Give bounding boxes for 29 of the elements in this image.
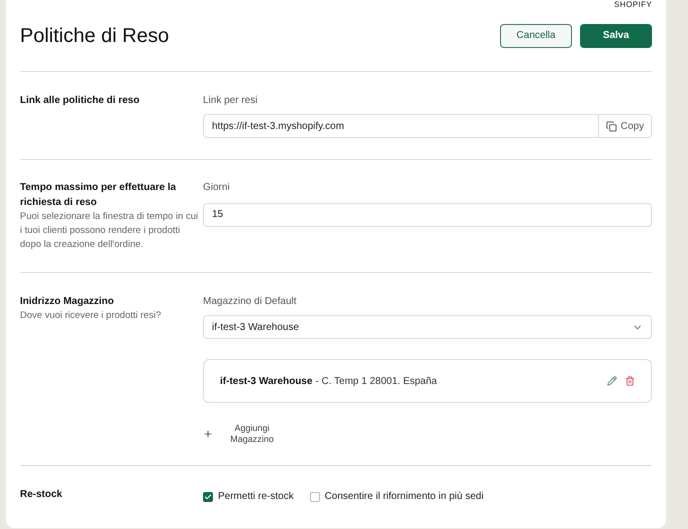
restock-checkbox[interactable]: Permetti re-stock [203, 489, 294, 504]
checkbox[interactable] [203, 492, 213, 502]
section-title: Inidrizzo Magazzino [20, 295, 115, 309]
brand-text: SHOPIFY [614, 0, 652, 10]
days-input[interactable]: 15 [203, 202, 652, 226]
trash-icon[interactable] [625, 376, 635, 386]
copy-icon [606, 120, 617, 132]
field-label: Link per resi [203, 94, 258, 108]
checkbox[interactable] [310, 492, 320, 502]
cancel-button[interactable]: Cancella [500, 24, 572, 48]
field-label: Magazzino di Default [203, 295, 298, 309]
section-title: Link alle politiche di reso [20, 94, 140, 108]
restock-checkbox[interactable]: Consentire il rifornimento in più sedi [310, 489, 484, 504]
save-button[interactable]: Salva [580, 24, 652, 48]
plus-icon [203, 429, 213, 439]
page-title: Politiche di Reso [20, 24, 169, 48]
section-title: Re-stock [20, 488, 64, 502]
warehouse-name: if-test-3 Warehouse [220, 374, 312, 388]
field-label: Giorni [203, 181, 231, 195]
section-description: Puoi selezionare la finestra di tempo in cui i tuoi clienti possono rendere i prodotti dopo la creazione dell'ordine. [20, 210, 199, 252]
section-description: Dove vuoi ricevere i prodotti resi? [20, 309, 162, 323]
link-input[interactable]: https://if-test-3.myshopify.com [204, 115, 598, 137]
warehouse-address: - C. Temp 1 28001. España [315, 374, 437, 388]
copy-button[interactable]: Copy [598, 115, 651, 137]
section-title: Tempo massimo per effettuare la richiesta di reso [20, 181, 177, 210]
warehouse-select[interactable]: if-test-3 Warehouse [203, 315, 652, 339]
link-field[interactable]: https://if-test-3.myshopify.com Copy [203, 114, 652, 138]
edit-icon[interactable] [607, 376, 617, 386]
add-warehouse-button[interactable]: Aggiungi Magazzino [203, 423, 277, 445]
